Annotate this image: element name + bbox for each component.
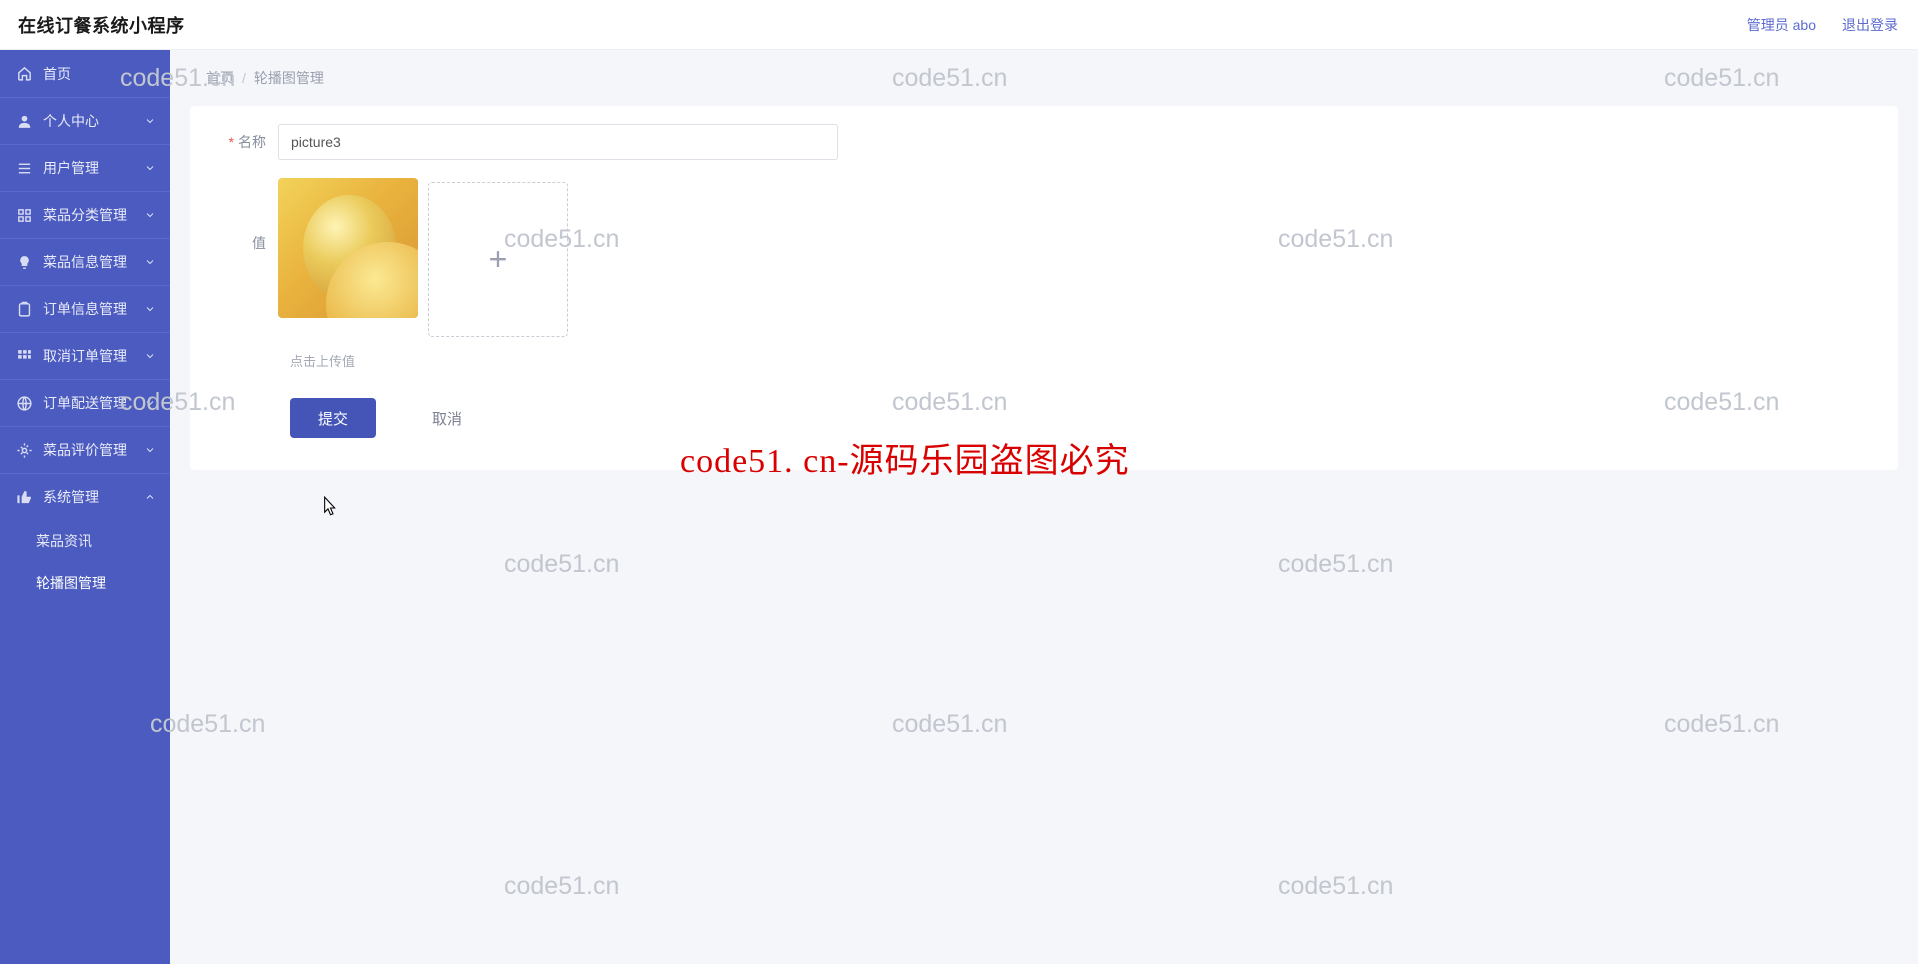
upload-add-button[interactable]: +: [428, 182, 568, 337]
sidebar-item-label: 菜品信息管理: [43, 252, 144, 272]
sub-item-label: 菜品资讯: [36, 531, 92, 551]
sidebar-item-label: 菜品分类管理: [43, 205, 144, 225]
chevron-down-icon: [144, 162, 156, 174]
sidebar-item-home[interactable]: 首页: [0, 50, 170, 97]
sub-item-label: 轮播图管理: [36, 573, 106, 593]
chevron-down-icon: [144, 256, 156, 268]
sidebar-item-users[interactable]: 用户管理: [0, 144, 170, 191]
sidebar-item-label: 取消订单管理: [43, 346, 144, 366]
sidebar-item-label: 订单配送管理: [43, 393, 144, 413]
sidebar-item-order[interactable]: 订单信息管理: [0, 285, 170, 332]
admin-link[interactable]: 管理员 abo: [1747, 15, 1816, 35]
upload-hint: 点击上传值: [290, 351, 1878, 370]
sidebar: 首页 个人中心 用户管理 菜品分类管理 菜品信息管理 订单信息管理: [0, 50, 170, 964]
sidebar-item-category[interactable]: 菜品分类管理: [0, 191, 170, 238]
breadcrumb-separator: /: [242, 70, 246, 86]
sidebar-item-dish[interactable]: 菜品信息管理: [0, 238, 170, 285]
form-row-name: *名称: [210, 124, 1878, 160]
sidebar-item-label: 菜品评价管理: [43, 440, 144, 460]
submit-button[interactable]: 提交: [290, 398, 376, 438]
bulb-icon: [16, 254, 33, 271]
clipboard-icon: [16, 301, 33, 318]
breadcrumb-current: 轮播图管理: [254, 68, 324, 88]
list-icon: [16, 160, 33, 177]
main-content: 首页 / 轮播图管理 *名称 值 + 点击上传值: [170, 50, 1918, 964]
expand-icon: [16, 207, 33, 224]
sub-item-news[interactable]: 菜品资讯: [0, 520, 170, 562]
form-label-value: 值: [210, 178, 278, 308]
breadcrumb-home[interactable]: 首页: [206, 68, 234, 88]
gear-icon: [16, 442, 33, 459]
sidebar-item-profile[interactable]: 个人中心: [0, 97, 170, 144]
sub-item-carousel[interactable]: 轮播图管理: [0, 562, 170, 604]
sidebar-item-label: 首页: [43, 64, 156, 84]
sidebar-item-system[interactable]: 系统管理: [0, 473, 170, 520]
breadcrumb: 首页 / 轮播图管理: [170, 50, 1918, 106]
uploaded-image-thumbnail[interactable]: [278, 178, 418, 318]
sidebar-item-delivery[interactable]: 订单配送管理: [0, 379, 170, 426]
sidebar-item-review[interactable]: 菜品评价管理: [0, 426, 170, 473]
user-icon: [16, 113, 33, 130]
sidebar-item-label: 系统管理: [43, 487, 144, 507]
chevron-down-icon: [144, 444, 156, 456]
app-title: 在线订餐系统小程序: [18, 12, 185, 38]
chevron-down-icon: [144, 303, 156, 315]
button-row: 提交 取消: [290, 398, 1878, 438]
sidebar-item-label: 订单信息管理: [43, 299, 144, 319]
grid-icon: [16, 348, 33, 365]
cancel-button[interactable]: 取消: [404, 398, 490, 438]
sidebar-item-cancel[interactable]: 取消订单管理: [0, 332, 170, 379]
header-bar: 在线订餐系统小程序 管理员 abo 退出登录: [0, 0, 1918, 50]
chevron-down-icon: [144, 350, 156, 362]
chevron-down-icon: [144, 209, 156, 221]
sidebar-item-label: 个人中心: [43, 111, 144, 131]
home-icon: [16, 65, 33, 82]
plus-icon: +: [489, 241, 508, 278]
logout-link[interactable]: 退出登录: [1842, 15, 1898, 35]
chevron-down-icon: [144, 115, 156, 127]
chevron-down-icon: [144, 397, 156, 409]
form-label-name: *名称: [210, 124, 278, 160]
thumb-icon: [16, 489, 33, 506]
required-asterisk: *: [229, 134, 234, 150]
upload-area: +: [278, 178, 568, 337]
sidebar-item-label: 用户管理: [43, 158, 144, 178]
form-row-value: 值 +: [210, 178, 1878, 337]
chevron-up-icon: [144, 491, 156, 503]
globe-icon: [16, 395, 33, 412]
name-input[interactable]: [278, 124, 838, 160]
form-card: *名称 值 + 点击上传值 提交 取消: [190, 106, 1898, 470]
